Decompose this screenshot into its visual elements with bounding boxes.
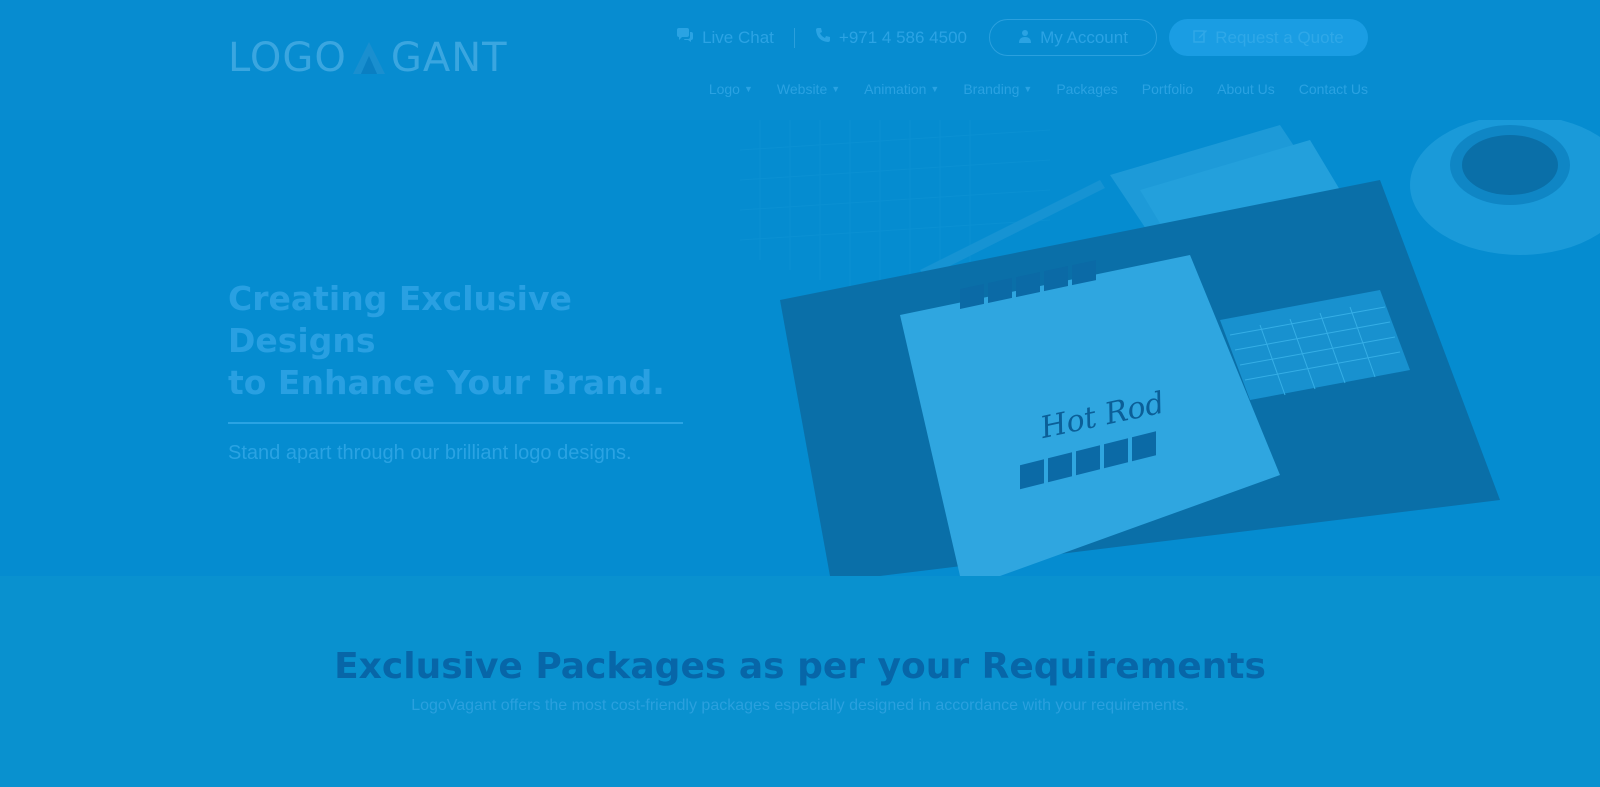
live-chat-link[interactable]: Live Chat bbox=[676, 27, 774, 48]
request-quote-label: Request a Quote bbox=[1215, 27, 1344, 47]
phone-number: +971 4 586 4500 bbox=[838, 27, 967, 47]
chevron-down-icon: ▼ bbox=[930, 84, 940, 94]
chevron-down-icon: ▼ bbox=[1023, 84, 1033, 94]
nav-item-logo[interactable]: Logo ▼ bbox=[709, 81, 753, 97]
nav-label: Packages bbox=[1056, 81, 1118, 97]
logo-mark-icon bbox=[347, 38, 391, 78]
live-chat-label: Live Chat bbox=[702, 27, 774, 47]
hero-divider bbox=[228, 422, 683, 424]
phone-link[interactable]: +971 4 586 4500 bbox=[815, 27, 967, 48]
chat-icon bbox=[676, 27, 702, 48]
chevron-down-icon: ▼ bbox=[831, 84, 841, 94]
nav-item-about-us[interactable]: About Us bbox=[1217, 81, 1275, 97]
hero-title-line-1: Creating Exclusive Designs bbox=[228, 279, 572, 360]
hero-subtitle: Stand apart through our brilliant logo d… bbox=[228, 442, 632, 464]
my-account-button[interactable]: My Account bbox=[989, 19, 1157, 56]
hero-title: Creating Exclusive Designs to Enhance Yo… bbox=[228, 278, 688, 404]
top-bar: Live Chat +971 4 586 4500 My Account Req… bbox=[676, 19, 1368, 56]
main-nav: Logo ▼ Website ▼ Animation ▼ Branding ▼ … bbox=[709, 78, 1368, 100]
site-logo[interactable]: LOGO GANT bbox=[228, 35, 508, 81]
topbar-divider bbox=[793, 27, 795, 48]
phone-icon bbox=[815, 27, 839, 48]
logo-text-right: GANT bbox=[390, 35, 508, 81]
nav-item-website[interactable]: Website ▼ bbox=[777, 81, 840, 97]
hero-banner: Hot Rod Creating Exclusive Designs to En… bbox=[0, 120, 1600, 576]
packages-title: Exclusive Packages as per your Requireme… bbox=[334, 646, 1266, 687]
nav-label: Portfolio bbox=[1141, 81, 1194, 97]
packages-section: Exclusive Packages as per your Requireme… bbox=[0, 576, 1600, 787]
nav-label: Animation bbox=[864, 81, 927, 97]
nav-item-portfolio[interactable]: Portfolio bbox=[1142, 81, 1193, 97]
nav-label: Logo bbox=[708, 81, 740, 97]
my-account-label: My Account bbox=[1040, 27, 1128, 47]
hero-title-line-2: to Enhance Your Brand. bbox=[228, 363, 665, 402]
nav-label: Contact Us bbox=[1298, 81, 1368, 97]
nav-label: Website bbox=[776, 81, 828, 97]
nav-label: Branding bbox=[963, 81, 1020, 97]
nav-item-packages[interactable]: Packages bbox=[1056, 81, 1117, 97]
request-quote-button[interactable]: Request a Quote bbox=[1169, 19, 1368, 56]
user-icon bbox=[1018, 28, 1040, 48]
hero-text-block: Creating Exclusive Designs to Enhance Yo… bbox=[228, 278, 688, 465]
nav-item-branding[interactable]: Branding ▼ bbox=[963, 81, 1032, 97]
nav-item-contact-us[interactable]: Contact Us bbox=[1299, 81, 1368, 97]
hero-artwork-image: Hot Rod bbox=[739, 120, 1600, 576]
logo-text-left: LOGO bbox=[228, 35, 347, 81]
nav-item-animation[interactable]: Animation ▼ bbox=[864, 81, 939, 97]
nav-label: About Us bbox=[1217, 81, 1275, 97]
packages-subtitle: LogoVagant offers the most cost-friendly… bbox=[411, 697, 1189, 714]
site-header: LOGO GANT Live Chat +971 4 586 4500 My A… bbox=[0, 0, 1600, 120]
chevron-down-icon: ▼ bbox=[743, 84, 753, 94]
edit-icon bbox=[1193, 28, 1215, 48]
